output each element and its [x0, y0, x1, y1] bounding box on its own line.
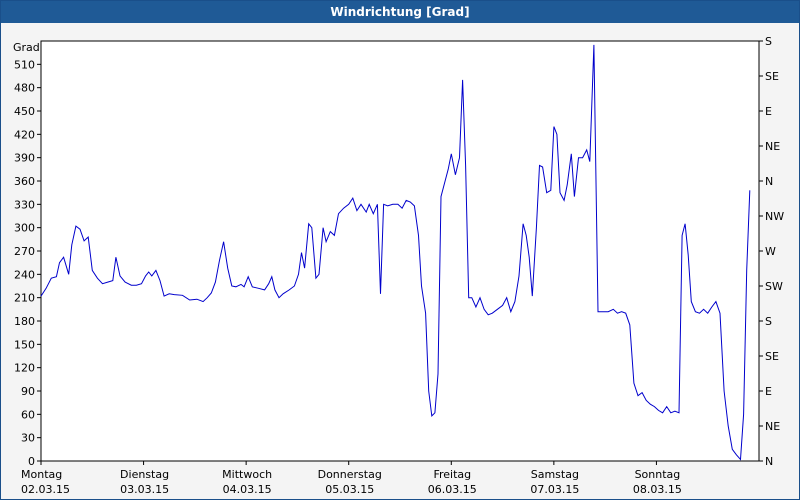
y-tick-label: 450 — [14, 105, 35, 118]
right-tick-label: NE — [765, 140, 780, 153]
right-tick-label: S — [765, 35, 772, 48]
right-tick-label: W — [765, 245, 776, 258]
y-tick-label: 270 — [14, 245, 35, 258]
x-tick-label-date: 06.03.15 — [428, 483, 477, 496]
y-tick-label: 120 — [14, 362, 35, 375]
y-tick-label: 300 — [14, 222, 35, 235]
plot-frame — [40, 40, 760, 462]
right-axis: N NE E SE S SW W NW N NE E SE S — [759, 35, 784, 468]
right-tick-label: E — [765, 105, 772, 118]
x-tick-label-day: Sonntag — [635, 468, 681, 481]
right-tick-label: SW — [765, 280, 783, 293]
x-tick-label-day: Samstag — [531, 468, 579, 481]
x-tick-label-date: 03.03.15 — [120, 483, 169, 496]
right-tick-label: NW — [765, 210, 784, 223]
chart-window: Windrichtung [Grad] 0 30 60 90 120 150 180 210 2… — [0, 0, 800, 500]
right-tick-label: N — [765, 175, 773, 188]
y-tick-label: 390 — [14, 152, 35, 165]
y-tick-label: 510 — [14, 58, 35, 71]
y-tick-label: 60 — [21, 408, 35, 421]
y-tick-label: 0 — [28, 455, 35, 468]
x-tick-label-date: 02.03.15 — [21, 483, 70, 496]
y-tick-label: 30 — [21, 432, 35, 445]
y-tick-label: 210 — [14, 292, 35, 305]
y-tick-label: 150 — [14, 338, 35, 351]
chart-area: 0 30 60 90 120 150 180 210 240 270 300 330 360 390 420… — [13, 35, 784, 496]
right-tick-label: N — [765, 455, 773, 468]
x-tick-label-day: Montag — [21, 468, 62, 481]
right-tick-label: NE — [765, 420, 780, 433]
x-tick-label-day: Mittwoch — [222, 468, 272, 481]
x-tick-label-day: Donnerstag — [318, 468, 382, 481]
y-tick-label: 360 — [14, 175, 35, 188]
x-tick-label-date: 07.03.15 — [530, 483, 579, 496]
y-tick-label: 90 — [21, 385, 35, 398]
x-tick-label-date: 08.03.15 — [633, 483, 682, 496]
x-tick-label-date: 05.03.15 — [325, 483, 374, 496]
y-tick-label: 180 — [14, 315, 35, 328]
y-tick-label: 480 — [14, 82, 35, 95]
x-tick-label-day: Dienstag — [120, 468, 169, 481]
x-tick-label-date: 04.03.15 — [223, 483, 272, 496]
y-tick-label: 330 — [14, 198, 35, 211]
right-tick-label: SE — [765, 70, 779, 83]
y-tick-label: 240 — [14, 268, 35, 281]
x-axis: Montag 02.03.15 Dienstag 03.03.15 Mittwoch 04… — [21, 461, 682, 496]
y-axis-label: Grad — [13, 41, 40, 54]
y-axis: 0 30 60 90 120 150 180 210 240 270 300 330 360 390 420… — [14, 58, 41, 468]
x-tick-label-day: Freitag — [433, 468, 471, 481]
right-tick-label: S — [765, 315, 772, 328]
right-tick-label: E — [765, 385, 772, 398]
window-title: Windrichtung [Grad] — [1, 1, 799, 23]
y-tick-label: 420 — [14, 128, 35, 141]
plot-background — [41, 41, 759, 461]
right-tick-label: SE — [765, 350, 779, 363]
